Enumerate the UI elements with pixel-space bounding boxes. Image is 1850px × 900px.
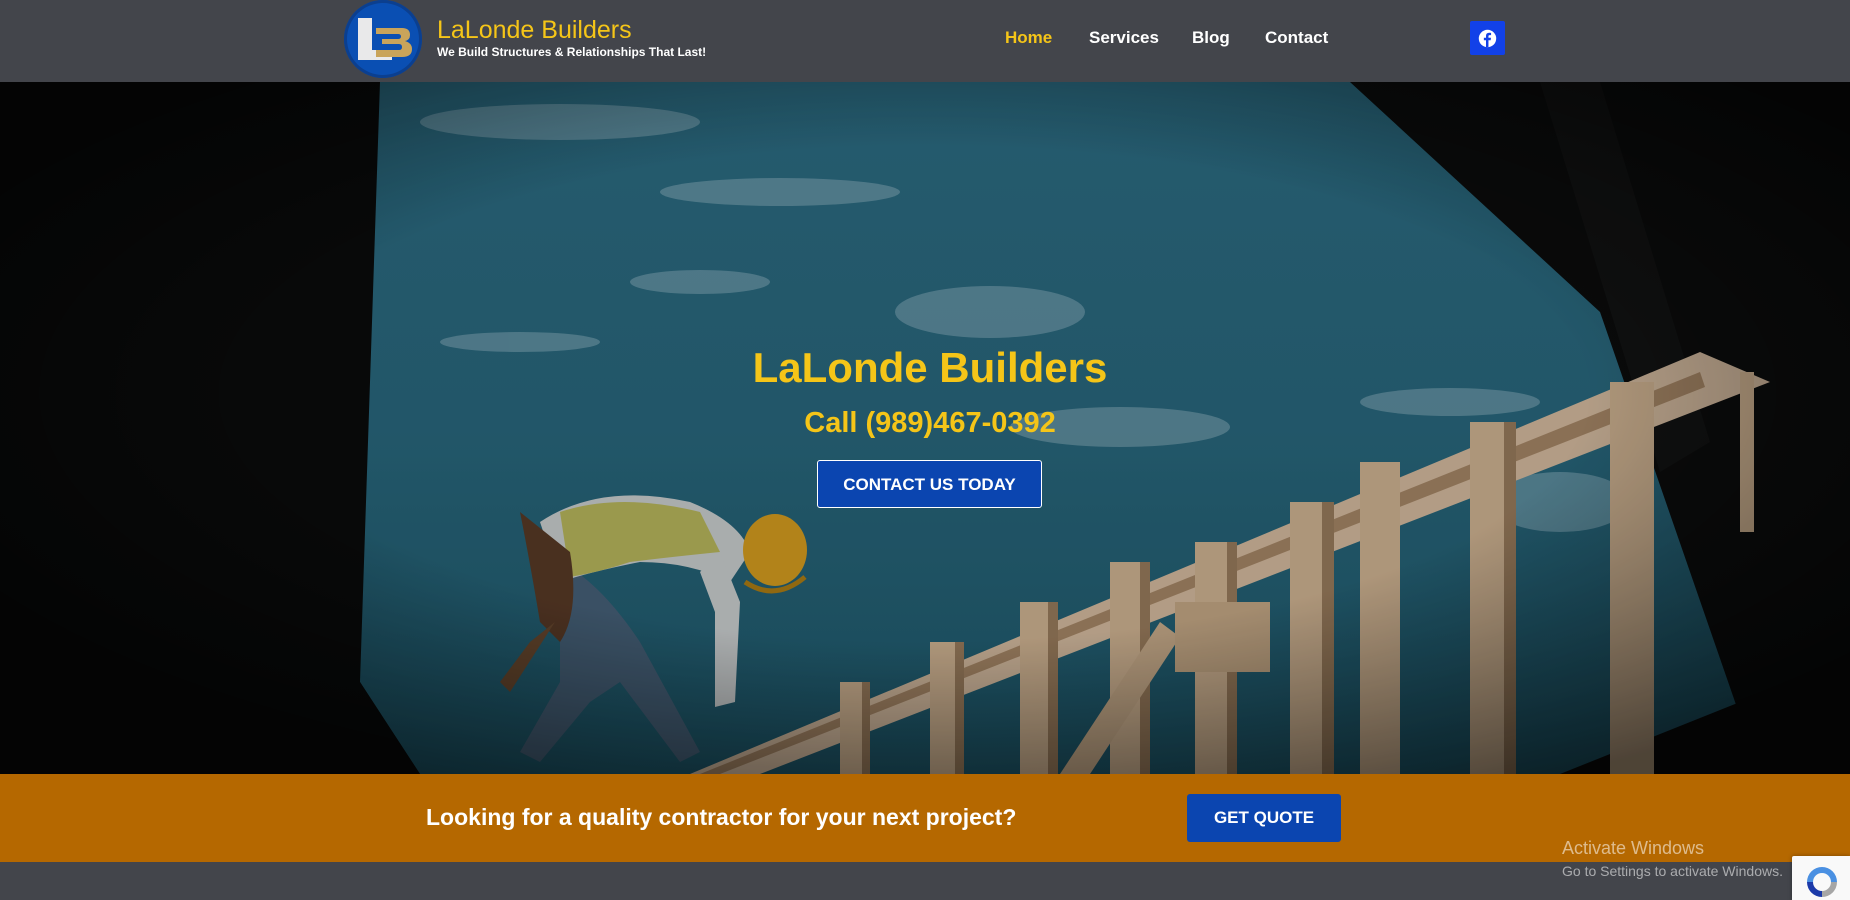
get-quote-button[interactable]: GET QUOTE	[1187, 794, 1341, 842]
site-header: LaLonde Builders We Build Structures & R…	[0, 0, 1850, 82]
recaptcha-icon	[1807, 867, 1837, 897]
brand-logo[interactable]	[344, 0, 422, 78]
hero-phone[interactable]: Call (989)467-0392	[0, 407, 1850, 440]
nav-item-services[interactable]: Services	[1089, 28, 1159, 48]
windows-activation-watermark: Activate Windows Go to Settings to activ…	[1562, 838, 1783, 879]
brand-title[interactable]: LaLonde Builders	[437, 16, 632, 45]
nav-item-blog[interactable]: Blog	[1192, 28, 1230, 48]
nav-item-contact[interactable]: Contact	[1265, 28, 1328, 48]
hero-section: LaLonde Builders Call (989)467-0392 CONT…	[0, 82, 1850, 774]
watermark-line-2: Go to Settings to activate Windows.	[1562, 863, 1783, 879]
contact-us-button[interactable]: CONTACT US TODAY	[817, 460, 1042, 508]
facebook-button[interactable]	[1470, 21, 1505, 55]
hero-title: LaLonde Builders	[752, 344, 1108, 391]
recaptcha-badge[interactable]	[1792, 856, 1850, 900]
brand-tagline: We Build Structures & Relationships That…	[437, 45, 707, 59]
watermark-line-1: Activate Windows	[1562, 838, 1705, 858]
cta-band-text: Looking for a quality contractor for you…	[426, 804, 1017, 830]
facebook-icon	[1478, 29, 1497, 48]
logo-mark-icon	[358, 18, 412, 60]
nav-item-home[interactable]: Home	[1005, 28, 1052, 48]
